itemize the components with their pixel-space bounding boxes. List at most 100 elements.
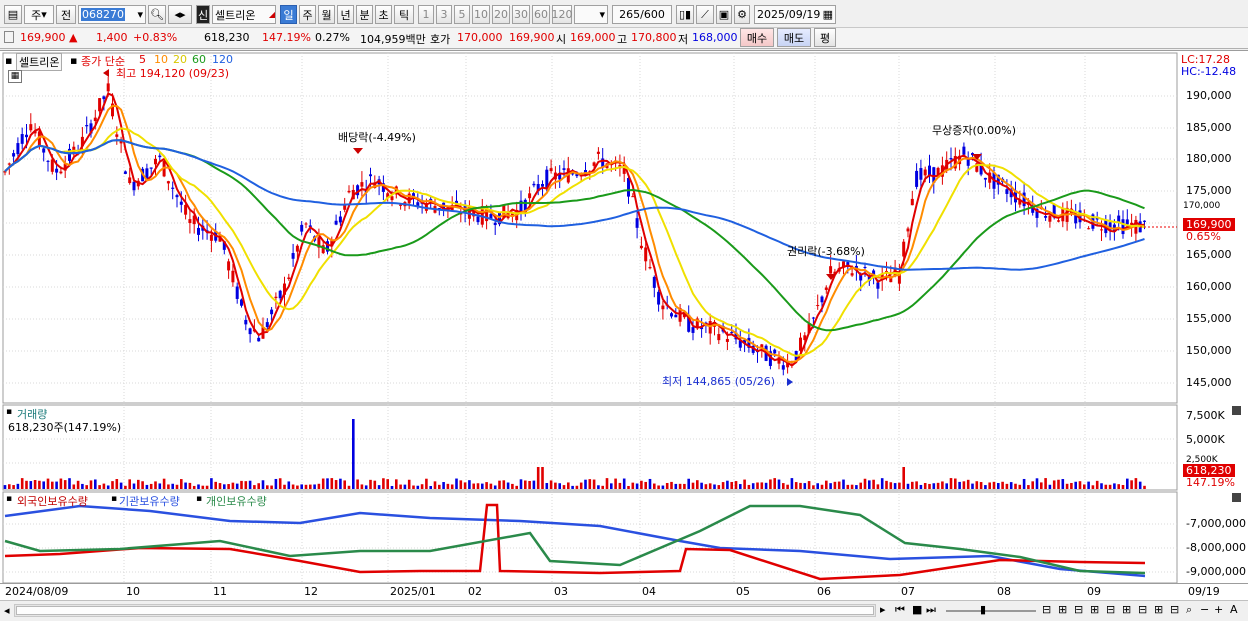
- candle-body: [1044, 216, 1048, 218]
- stock-name-field[interactable]: 셀트리온 ◢: [212, 5, 276, 24]
- interval-tick[interactable]: 틱: [394, 5, 414, 24]
- candle-body: [644, 247, 648, 262]
- calendar-icon[interactable]: ▦: [823, 8, 835, 21]
- nav-stop-icon[interactable]: ■: [912, 603, 922, 616]
- candle-body: [390, 196, 394, 201]
- volume-bar: [270, 485, 273, 489]
- code-value: 068270: [81, 8, 125, 21]
- candle-body: [59, 171, 63, 174]
- candle-body: [171, 187, 175, 189]
- search-icon[interactable]: 🔍︎: [148, 5, 166, 24]
- count-10[interactable]: 10: [472, 5, 490, 24]
- font-size-icon[interactable]: A: [1230, 603, 1238, 616]
- zoom-search-icon[interactable]: ⌕: [1186, 603, 1192, 617]
- candle-body: [476, 216, 480, 223]
- low-note: 최저 144,865 (05/26): [662, 375, 776, 388]
- code-input[interactable]: 068270 ▾: [78, 5, 146, 24]
- zoom-slider-handle[interactable]: ▮: [980, 603, 986, 616]
- chart-area[interactable]: ▪ 셀트리온 ▪ 종가 단순 5 10 20 60 120 ▦ 최고 194,1…: [0, 50, 1248, 602]
- period-select[interactable]: 주 ▾: [24, 5, 54, 24]
- count-5[interactable]: 5: [454, 5, 470, 24]
- speaker-icon[interactable]: ◂▸: [168, 5, 192, 24]
- zoom-out-icon[interactable]: −: [1200, 603, 1209, 616]
- volume-bar: [330, 478, 334, 489]
- gear-icon[interactable]: ⚙: [734, 5, 750, 24]
- count-1[interactable]: 1: [418, 5, 434, 24]
- chart-type-icon[interactable]: ▤: [4, 5, 22, 24]
- holding-close-icon[interactable]: [1232, 493, 1241, 502]
- interval-month[interactable]: 월: [318, 5, 335, 24]
- scroll-right-icon[interactable]: ▸: [880, 603, 886, 616]
- volume-bar: [68, 478, 71, 489]
- ma-menu-icon[interactable]: ▪: [70, 54, 77, 67]
- custom-count-select[interactable]: ▾: [574, 5, 608, 24]
- price-tab[interactable]: 셀트리온: [16, 53, 63, 71]
- volume-bar: [403, 484, 407, 489]
- candle-body: [657, 291, 661, 305]
- volume-bar: [1078, 481, 1082, 489]
- interval-year[interactable]: 년: [337, 5, 354, 24]
- volume-bar: [954, 478, 957, 489]
- prev-button[interactable]: 전: [56, 5, 76, 24]
- volume-menu-icon[interactable]: ▪: [6, 407, 12, 417]
- volume-close-icon[interactable]: [1232, 406, 1241, 415]
- count-60[interactable]: 60: [532, 5, 550, 24]
- count-20[interactable]: 20: [492, 5, 510, 24]
- volume-bar: [855, 485, 858, 489]
- volume-bar: [98, 485, 101, 489]
- scroll-left-icon[interactable]: ◂: [4, 604, 10, 617]
- count-120[interactable]: 120: [552, 5, 573, 24]
- volume-bar: [1121, 485, 1125, 489]
- panel-menu-icon[interactable]: ▪: [5, 54, 12, 67]
- count-30[interactable]: 30: [512, 5, 530, 24]
- candle-body: [1143, 220, 1146, 222]
- grid-toggle-icon[interactable]: ▦: [8, 70, 22, 83]
- volume-bar: [1113, 483, 1116, 489]
- scroll-track[interactable]: [14, 604, 876, 617]
- volume-bar: [184, 482, 187, 489]
- holding-menu-icon[interactable]: ▪: [196, 494, 202, 504]
- draw-tool-icon[interactable]: ⟋: [696, 5, 714, 24]
- volume-bar: [137, 479, 140, 489]
- layout-icon[interactable]: ⊟: [1170, 603, 1179, 616]
- candle-icon[interactable]: ▯▮: [676, 5, 694, 24]
- volume-bar: [644, 481, 647, 489]
- zoom-in-icon[interactable]: +: [1214, 603, 1223, 616]
- range-field[interactable]: 265/600: [612, 5, 672, 24]
- layout-icon[interactable]: ⊟: [1074, 603, 1083, 616]
- layout-icon[interactable]: ⊟: [1106, 603, 1115, 616]
- holding-menu-icon[interactable]: ▪: [6, 494, 12, 504]
- candle-body: [347, 190, 351, 193]
- candle-body: [149, 167, 153, 169]
- volume-bar: [743, 479, 746, 489]
- layout-icon[interactable]: ⊞: [1090, 603, 1099, 616]
- nav-first-icon[interactable]: ⏮: [895, 603, 905, 617]
- count-3[interactable]: 3: [436, 5, 452, 24]
- buy-button[interactable]: 매수: [740, 28, 774, 47]
- volume-bar: [618, 482, 622, 489]
- layout-icon[interactable]: ⊞: [1154, 603, 1163, 616]
- zoom-slider[interactable]: [946, 610, 1036, 612]
- eval-button[interactable]: 평: [814, 28, 836, 47]
- candle-body: [820, 296, 824, 303]
- volume-bar: [42, 481, 45, 489]
- interval-minute[interactable]: 분: [356, 5, 373, 24]
- volume-bar: [1009, 482, 1013, 489]
- interval-second[interactable]: 초: [375, 5, 392, 24]
- checkbox-icon[interactable]: [4, 31, 14, 43]
- date-field[interactable]: 2025/09/19 ▦: [754, 5, 836, 24]
- volume-bar: [463, 482, 467, 489]
- interval-week[interactable]: 주: [299, 5, 316, 24]
- holding-tick: -8,000,000: [1186, 541, 1246, 554]
- interval-day[interactable]: 일: [280, 5, 297, 24]
- nav-last-icon[interactable]: ⏭: [926, 603, 936, 617]
- save-icon[interactable]: ▣: [716, 5, 732, 24]
- layout-icon[interactable]: ⊞: [1122, 603, 1131, 616]
- sell-button[interactable]: 매도: [777, 28, 811, 47]
- holding-menu-icon[interactable]: ▪: [111, 494, 117, 504]
- layout-icon[interactable]: ⊟: [1042, 603, 1051, 616]
- layout-icon[interactable]: ⊟: [1138, 603, 1147, 616]
- volume-bar: [674, 483, 678, 489]
- layout-icon[interactable]: ⊞: [1058, 603, 1067, 616]
- scroll-thumb[interactable]: [16, 606, 874, 615]
